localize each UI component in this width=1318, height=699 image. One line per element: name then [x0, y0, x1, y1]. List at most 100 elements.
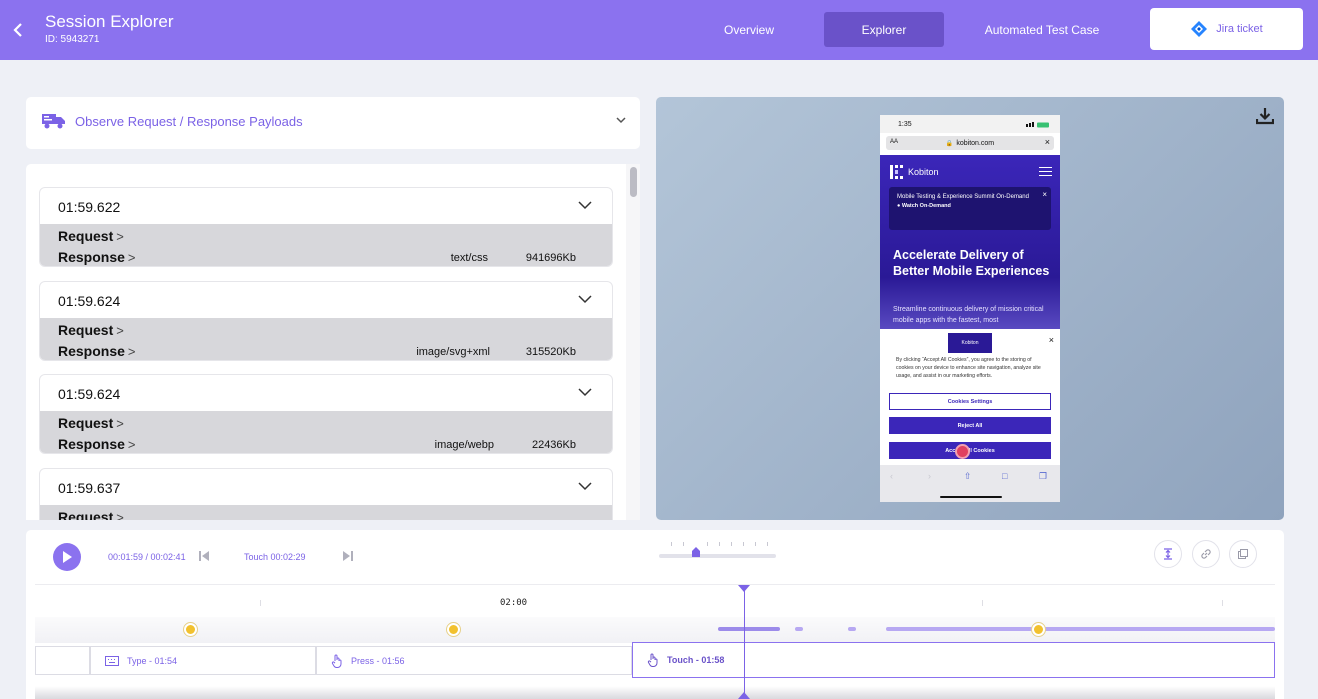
cookie-text: By clicking “Accept All Cookies”, you ag…	[896, 357, 1041, 380]
request-response-row: Request > Response > text/css 941696Kb	[40, 224, 612, 266]
battery-icon	[1026, 122, 1049, 128]
payloads-dropdown[interactable]: Observe Request / Response Payloads	[26, 97, 640, 149]
entry-time: 01:59.624	[58, 386, 121, 402]
playhead-bottom-marker[interactable]	[738, 692, 750, 699]
payload-entry[interactable]: 01:59.637 Request >	[39, 468, 613, 520]
event-item[interactable]	[35, 646, 90, 675]
url-text: kobiton.com	[956, 139, 995, 147]
entry-time: 01:59.624	[58, 293, 121, 309]
request-response-row: Request > Response > image/webp 22436Kb	[40, 411, 612, 453]
event-item-press[interactable]: Press - 01:56	[316, 646, 632, 675]
skip-previous-icon[interactable]	[198, 550, 210, 562]
chevron-down-icon[interactable]	[578, 387, 592, 397]
back-button[interactable]	[10, 18, 26, 42]
share-icon[interactable]: ⇧	[964, 471, 972, 482]
chevron-right-icon: >	[116, 229, 124, 244]
chevron-right-icon: >	[127, 250, 136, 265]
event-marker[interactable]	[1032, 623, 1045, 636]
reject-all-button[interactable]: Reject All	[889, 417, 1051, 434]
text-size-button[interactable]: AA	[890, 139, 898, 145]
event-item-type[interactable]: Type - 01:54	[90, 646, 316, 675]
content-type: text/css	[450, 252, 488, 264]
content-type: image/svg+xml	[416, 346, 490, 358]
slider-tick	[707, 542, 708, 546]
hero-section: Kobiton × Mobile Testing & Experience Su…	[880, 155, 1060, 330]
response-label: Response	[58, 249, 125, 265]
browser-toolbar: ‹ › ⇧ □ ❐	[880, 465, 1060, 502]
watch-on-demand-label: Watch On-Demand	[901, 203, 951, 210]
event-marker[interactable]	[447, 623, 460, 636]
payload-entry[interactable]: 01:59.624 Request > Response > image/svg+x…	[39, 281, 613, 361]
accept-all-cookies-button[interactable]: Accept All Cookies	[889, 442, 1051, 459]
watch-on-demand-link[interactable]: ● Watch On-Demand	[897, 203, 1039, 211]
tab-explorer[interactable]: Explorer	[824, 12, 944, 47]
jira-ticket-button[interactable]: Jira ticket	[1150, 8, 1303, 50]
event-item-touch[interactable]: Touch - 01:58	[632, 642, 1275, 678]
request-response-row: Request >	[40, 505, 612, 520]
event-label: Touch - 01:58	[667, 655, 725, 665]
speed-slider[interactable]	[659, 542, 776, 558]
tab-automated-test-case[interactable]: Automated Test Case	[970, 12, 1114, 47]
payload-entry[interactable]: 01:59.622 Request > Response > text/css 94…	[39, 187, 613, 267]
request-toggle[interactable]: Request >	[58, 228, 124, 244]
chevron-right-icon: >	[116, 416, 124, 431]
status-time: 1:35	[898, 121, 912, 128]
event-row: Type - 01:54 Press - 01:56 Touch - 01:58	[35, 642, 1275, 678]
response-toggle[interactable]: Response >	[58, 249, 136, 265]
hamburger-menu-icon[interactable]	[1039, 167, 1052, 176]
chevron-down-icon[interactable]	[578, 200, 592, 210]
download-icon[interactable]	[1256, 107, 1274, 125]
play-icon	[63, 551, 72, 563]
close-icon[interactable]: ×	[1045, 137, 1050, 147]
event-marker[interactable]	[184, 623, 197, 636]
request-toggle[interactable]: Request >	[58, 415, 124, 431]
chevron-right-icon: >	[116, 323, 124, 338]
fit-height-button[interactable]	[1154, 540, 1182, 568]
url-bar[interactable]: AA 🔒 kobiton.com ×	[886, 136, 1054, 150]
response-toggle[interactable]: Response >	[58, 436, 136, 452]
jira-ticket-label: Jira ticket	[1216, 23, 1263, 35]
request-label: Request	[58, 322, 114, 338]
payload-list-scrollbar[interactable]	[626, 164, 640, 520]
request-toggle[interactable]: Request >	[58, 509, 124, 520]
request-label: Request	[58, 509, 114, 520]
back-arrow-icon[interactable]: ‹	[890, 471, 893, 481]
close-icon[interactable]: ×	[1049, 335, 1054, 345]
chevron-down-icon[interactable]	[578, 294, 592, 304]
timeline-bottom-edge	[35, 686, 1275, 699]
bookmarks-icon[interactable]: □	[1002, 471, 1007, 481]
kobiton-logo[interactable]: Kobiton	[890, 165, 939, 179]
summit-banner[interactable]: × Mobile Testing & Experience Summit On-…	[889, 187, 1051, 230]
cookies-settings-button[interactable]: Cookies Settings	[889, 393, 1051, 410]
request-toggle[interactable]: Request >	[58, 322, 124, 338]
scrollbar-thumb[interactable]	[630, 167, 637, 197]
page-title: Session Explorer	[45, 12, 174, 31]
timeline-tick	[260, 600, 261, 606]
close-icon[interactable]: ×	[1042, 189, 1047, 200]
copy-link-button[interactable]	[1192, 540, 1220, 568]
slider-tick	[755, 542, 756, 546]
activity-segment	[886, 627, 1275, 631]
entry-time: 01:59.637	[58, 480, 121, 496]
payloads-dropdown-label: Observe Request / Response Payloads	[75, 114, 303, 129]
timeline-tick	[1222, 600, 1223, 606]
event-label: Type - 01:54	[127, 655, 178, 666]
request-response-row: Request > Response > image/svg+xml 315520K…	[40, 318, 612, 360]
forward-arrow-icon[interactable]: ›	[928, 471, 931, 481]
chevron-right-icon: >	[116, 510, 124, 520]
tabs-icon[interactable]: ❐	[1039, 471, 1047, 482]
payload-entry[interactable]: 01:59.624 Request > Response > image/webp …	[39, 374, 613, 454]
playhead-top-marker[interactable]	[738, 585, 750, 592]
playhead[interactable]	[738, 585, 750, 699]
device-screenshot[interactable]: 1:35 AA 🔒 kobiton.com × Kobiton × Mobile…	[880, 115, 1060, 502]
fit-height-icon	[1164, 548, 1172, 560]
copy-button[interactable]	[1229, 540, 1257, 568]
chevron-down-icon[interactable]	[578, 481, 592, 491]
activity-segment	[848, 627, 856, 631]
play-button[interactable]	[53, 543, 81, 571]
response-toggle[interactable]: Response >	[58, 343, 136, 359]
cookie-logo: Kobiton	[948, 333, 992, 353]
content-type: image/webp	[434, 439, 494, 451]
tab-overview[interactable]: Overview	[700, 12, 798, 47]
skip-next-icon[interactable]	[342, 550, 354, 562]
